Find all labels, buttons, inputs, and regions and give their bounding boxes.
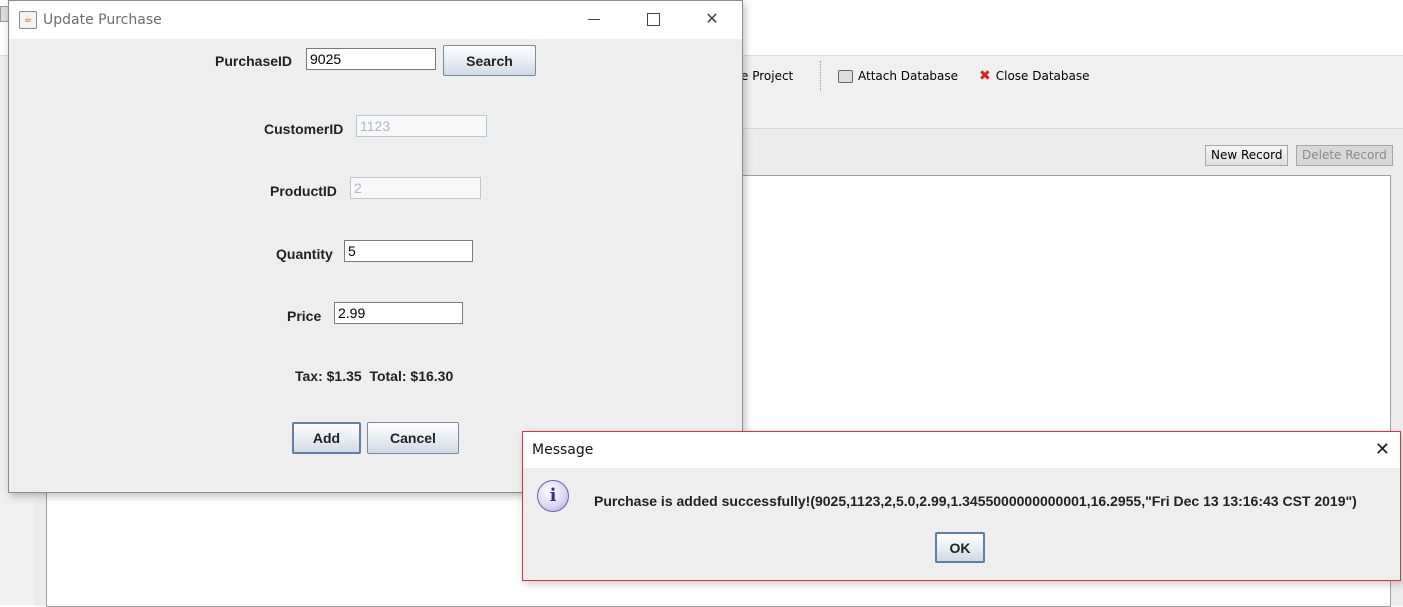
customer-id-label: CustomerID bbox=[264, 121, 344, 137]
minimize-icon bbox=[588, 19, 600, 20]
project-toolbar-label: e Project bbox=[741, 69, 794, 83]
toolbar-separator bbox=[820, 61, 821, 91]
purchase-id-label: PurchaseID bbox=[215, 53, 293, 69]
close-icon: ✕ bbox=[705, 9, 719, 28]
customer-id-input bbox=[356, 115, 487, 137]
maximize-button[interactable] bbox=[638, 7, 668, 31]
message-titlebar[interactable]: Message ✕ bbox=[523, 432, 1400, 468]
product-id-input bbox=[350, 177, 481, 199]
price-input[interactable] bbox=[334, 302, 463, 324]
close-database-button[interactable]: ✖ Close Database bbox=[979, 69, 1090, 83]
minimize-button[interactable] bbox=[579, 7, 609, 31]
message-dialog: Message ✕ i Purchase is added successful… bbox=[522, 431, 1401, 581]
info-icon: i bbox=[537, 480, 569, 512]
purchase-id-input[interactable] bbox=[306, 48, 436, 70]
add-button[interactable]: Add bbox=[292, 422, 361, 454]
new-record-button[interactable]: New Record bbox=[1205, 145, 1289, 166]
delete-record-button[interactable]: Delete Record bbox=[1296, 145, 1393, 166]
price-label: Price bbox=[287, 308, 322, 324]
product-id-label: ProductID bbox=[270, 183, 337, 199]
cancel-button[interactable]: Cancel bbox=[367, 422, 459, 454]
database-icon bbox=[838, 69, 853, 83]
tax-total-summary: Tax: $1.35 Total: $16.30 bbox=[295, 368, 454, 384]
project-toolbar-button[interactable]: e Project bbox=[741, 69, 793, 83]
maximize-icon bbox=[646, 13, 660, 26]
search-button[interactable]: Search bbox=[443, 45, 536, 76]
attach-database-label: Attach Database bbox=[858, 69, 959, 83]
attach-database-button[interactable]: Attach Database bbox=[838, 69, 958, 83]
message-close-button[interactable]: ✕ bbox=[1375, 438, 1390, 462]
quantity-label: Quantity bbox=[276, 246, 333, 262]
dialog-titlebar[interactable]: ☕ Update Purchase ✕ bbox=[9, 1, 742, 39]
quantity-input[interactable] bbox=[344, 240, 473, 262]
ok-button[interactable]: OK bbox=[935, 532, 985, 563]
close-database-icon: ✖ bbox=[979, 68, 991, 84]
dialog-title: Update Purchase bbox=[43, 12, 162, 28]
message-title: Message bbox=[532, 442, 594, 458]
update-purchase-dialog: ☕ Update Purchase ✕ PurchaseID Search Cu… bbox=[8, 0, 743, 493]
close-icon: ✕ bbox=[1374, 439, 1390, 460]
close-database-label: Close Database bbox=[995, 69, 1090, 83]
java-cup-icon: ☕ bbox=[19, 11, 37, 29]
message-text: Purchase is added successfully!(9025,112… bbox=[594, 493, 1357, 509]
close-button[interactable]: ✕ bbox=[697, 7, 727, 31]
